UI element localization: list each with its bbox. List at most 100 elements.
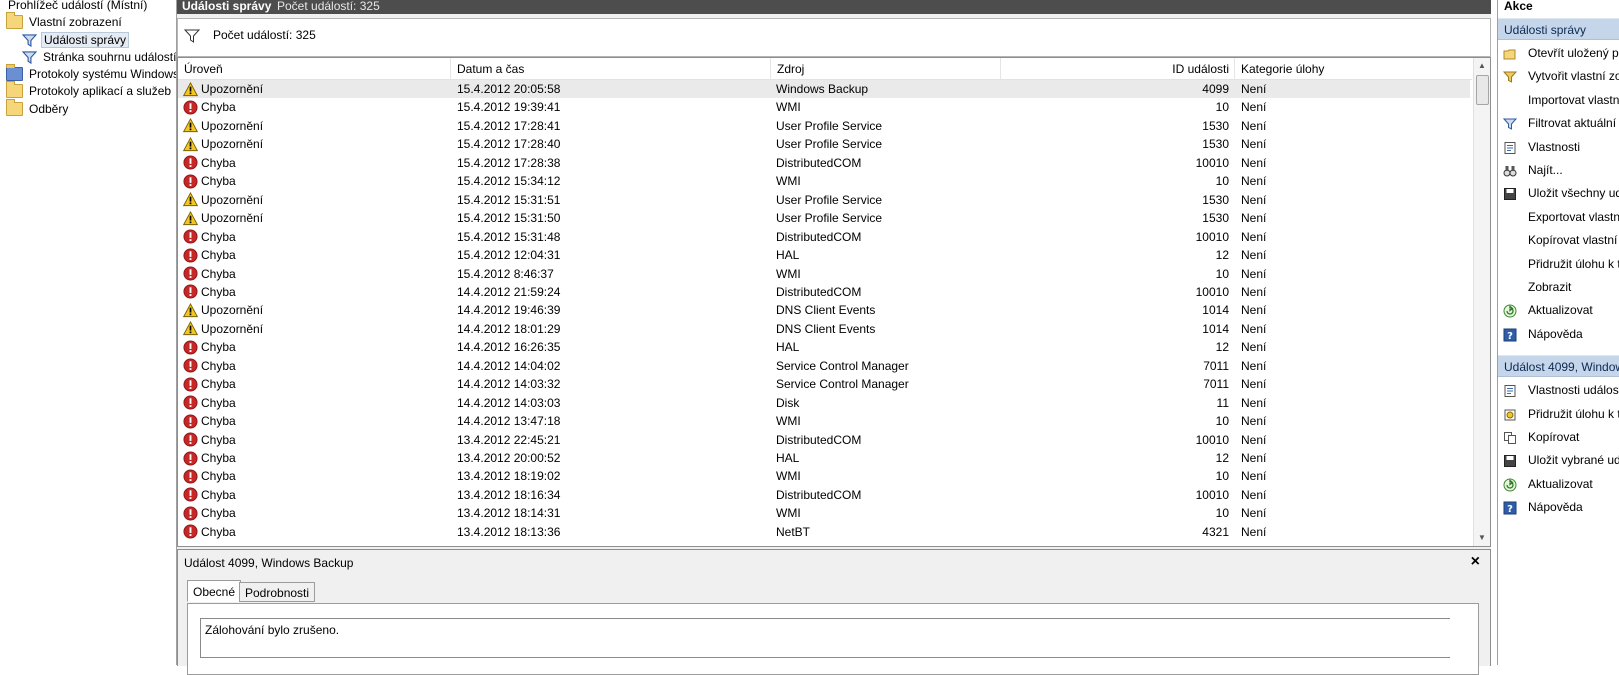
tab-general[interactable]: Obecné — [187, 580, 242, 602]
tree-item-label: Stránka souhrnu událostí — [43, 50, 177, 64]
scroll-thumb[interactable] — [1476, 75, 1489, 105]
tree-item-summary-page[interactable]: Stránka souhrnu událostí — [22, 48, 177, 66]
cell-datetime: 15.4.2012 17:28:41 — [457, 118, 561, 133]
action-item[interactable]: Otevřít uložený protokol... — [1498, 42, 1619, 64]
task-icon — [1503, 407, 1517, 421]
action-item[interactable]: Kopírovat — [1498, 426, 1619, 448]
table-row[interactable]: Upozornění 15.4.2012 17:28:40 User Profile… — [178, 135, 1470, 153]
table-row[interactable]: Upozornění 15.4.2012 15:31:50 User Profile… — [178, 209, 1470, 227]
cell-event-id: 12 — [1215, 340, 1229, 355]
table-row[interactable]: Chyba 15.4.2012 8:46:37 WMI 10 Není — [178, 265, 1470, 283]
column-header-level[interactable]: Úroveň — [178, 58, 451, 79]
event-message[interactable]: Zálohování bylo zrušeno. — [200, 618, 1450, 658]
table-row[interactable]: Chyba 15.4.2012 12:04:31 HAL 12 Není — [178, 246, 1470, 264]
table-row[interactable]: Upozornění 15.4.2012 15:31:51 User Profile… — [178, 191, 1470, 209]
table-row[interactable]: Chyba 13.4.2012 22:45:21 DistributedCOM 100… — [178, 431, 1470, 449]
center-pane: Události správy Počet událostí: 325 Poče… — [177, 0, 1491, 675]
cell-datetime: 14.4.2012 14:03:03 — [457, 395, 561, 410]
error-icon — [183, 284, 201, 299]
table-row[interactable]: Chyba 13.4.2012 18:14:31 WMI 10 Není — [178, 504, 1470, 522]
navigation-tree: Prohlížeč událostí (Místní) Vlastní zobr… — [0, 0, 177, 665]
action-item[interactable]: Importovat vlastní zobrazení... — [1498, 89, 1619, 111]
action-item[interactable]: Uložit všechny události... — [1498, 182, 1619, 204]
error-icon — [183, 358, 201, 373]
cell-event-id: 10010 — [1195, 432, 1229, 447]
cell-event-id: 1014 — [1202, 303, 1229, 318]
action-item[interactable]: Exportovat vlastní zobrazení... — [1498, 206, 1619, 228]
action-item[interactable]: Přidružit úlohu k tomuto vlastnímu zobra… — [1498, 253, 1619, 275]
tree-item-app-service-logs[interactable]: Protokoly aplikací a služeb — [6, 81, 173, 100]
cell-task-category: Není — [1241, 303, 1267, 318]
warning-icon — [183, 118, 201, 133]
binoculars-icon — [1503, 163, 1517, 177]
column-header-event-id[interactable]: ID události — [1001, 58, 1235, 79]
tree-item-subscriptions[interactable]: Odběry — [6, 99, 70, 118]
table-row[interactable]: Chyba 14.4.2012 14:03:03 Disk 11 Není — [178, 394, 1470, 412]
tab-details[interactable]: Podrobnosti — [239, 582, 316, 602]
action-label: Přidružit úlohu k této události... — [1528, 406, 1619, 421]
scroll-down-arrow-icon[interactable]: ▼ — [1474, 530, 1490, 546]
table-row[interactable]: Chyba 15.4.2012 19:39:41 WMI 10 Není — [178, 98, 1470, 116]
action-item[interactable]: Vytvořit vlastní zobrazení... — [1498, 65, 1619, 87]
cell-datetime: 15.4.2012 8:46:37 — [457, 266, 554, 281]
action-item[interactable]: Filtrovat aktuální vlastní zobrazení... — [1498, 112, 1619, 134]
action-item[interactable]: Přidružit úlohu k této události... — [1498, 403, 1619, 425]
table-row[interactable]: Chyba 15.4.2012 17:28:38 DistributedCOM 100… — [178, 154, 1470, 172]
vertical-scrollbar[interactable]: ▲ ▼ — [1473, 58, 1490, 546]
table-row[interactable]: Upozornění 14.4.2012 19:46:39 DNS Client E… — [178, 301, 1470, 319]
action-item[interactable]: Najít... — [1498, 159, 1619, 181]
tree-item-custom-views[interactable]: Vlastní zobrazení — [6, 12, 124, 31]
open-folder-icon — [1503, 46, 1517, 60]
table-row[interactable]: Chyba 13.4.2012 20:00:52 HAL 12 Není — [178, 449, 1470, 467]
scroll-up-arrow-icon[interactable]: ▲ — [1474, 58, 1490, 74]
action-item[interactable]: Aktualizovat — [1498, 299, 1619, 321]
actions-section-header[interactable]: Události správy — [1498, 18, 1619, 40]
column-header-source[interactable]: Zdroj — [771, 58, 1001, 79]
table-row[interactable]: Chyba 14.4.2012 14:04:02 Service Control M… — [178, 357, 1470, 375]
cell-datetime: 14.4.2012 13:47:18 — [457, 414, 561, 429]
table-row[interactable]: Upozornění 14.4.2012 18:01:29 DNS Client E… — [178, 320, 1470, 338]
tree-item-administrative-events[interactable]: Události správy — [22, 31, 130, 49]
table-row[interactable]: Chyba 13.4.2012 18:13:36 NetBT 4321 Není — [178, 523, 1470, 541]
cell-event-id: 1530 — [1202, 211, 1229, 226]
action-item[interactable]: ? Nápověda — [1498, 323, 1619, 345]
table-row[interactable]: Chyba 14.4.2012 16:26:35 HAL 12 Není — [178, 338, 1470, 356]
table-row[interactable]: Chyba 14.4.2012 13:47:18 WMI 10 Není — [178, 412, 1470, 430]
action-item[interactable]: Kopírovat vlastní zobrazení... — [1498, 229, 1619, 251]
action-item[interactable]: ? Nápověda — [1498, 496, 1619, 518]
column-header-datetime[interactable]: Datum a čas — [451, 58, 771, 79]
create-view-icon — [1502, 69, 1518, 84]
action-label: Exportovat vlastní zobrazení... — [1528, 209, 1619, 224]
cell-task-category: Není — [1241, 451, 1267, 465]
cell-datetime: 13.4.2012 18:16:34 — [457, 487, 561, 502]
actions-section-header[interactable]: Událost 4099, Windows Backup — [1498, 355, 1619, 378]
table-row[interactable]: Chyba 15.4.2012 15:31:48 DistributedCOM 100… — [178, 228, 1470, 246]
close-icon[interactable]: × — [1471, 553, 1480, 571]
cell-task-category: Není — [1241, 469, 1267, 484]
action-label: Zobrazit — [1528, 280, 1572, 294]
error-icon — [183, 450, 201, 466]
filter-icon — [184, 29, 200, 43]
table-row[interactable]: Chyba 13.4.2012 18:19:02 WMI 10 Není — [178, 467, 1470, 485]
action-label: Uložit všechny události... — [1528, 186, 1619, 201]
action-item[interactable]: Aktualizovat — [1498, 473, 1619, 495]
level-text: Chyba — [201, 524, 236, 539]
table-row[interactable]: Chyba 14.4.2012 14:03:32 Service Control M… — [178, 375, 1470, 393]
warning-icon — [183, 321, 201, 336]
action-item[interactable]: Vlastnosti — [1498, 136, 1619, 158]
table-row[interactable]: Upozornění 15.4.2012 20:05:58 Windows Back… — [178, 80, 1470, 98]
action-item[interactable]: Uložit vybrané události... — [1498, 449, 1619, 471]
table-row[interactable]: Chyba 13.4.2012 18:16:34 DistributedCOM 100… — [178, 486, 1470, 504]
table-row[interactable]: Chyba 15.4.2012 15:34:12 WMI 10 Není — [178, 172, 1470, 190]
cell-level: Chyba — [183, 486, 443, 504]
action-item[interactable]: Vlastnosti události — [1498, 379, 1619, 401]
level-text: Chyba — [201, 414, 236, 429]
table-row[interactable]: Upozornění 15.4.2012 17:28:41 User Profile… — [178, 117, 1470, 135]
level-text: Chyba — [201, 100, 236, 115]
tree-item-event-viewer-root[interactable]: Prohlížeč událostí (Místní) — [6, 0, 149, 14]
table-row[interactable]: Chyba 14.4.2012 21:59:24 DistributedCOM 100… — [178, 283, 1470, 301]
column-header-task-category[interactable]: Kategorie úlohy — [1235, 58, 1472, 79]
svg-text:?: ? — [1507, 504, 1513, 515]
action-item[interactable]: Zobrazit — [1498, 276, 1619, 298]
tree-item-windows-logs[interactable]: Protokoly systému Windows — [6, 64, 176, 83]
